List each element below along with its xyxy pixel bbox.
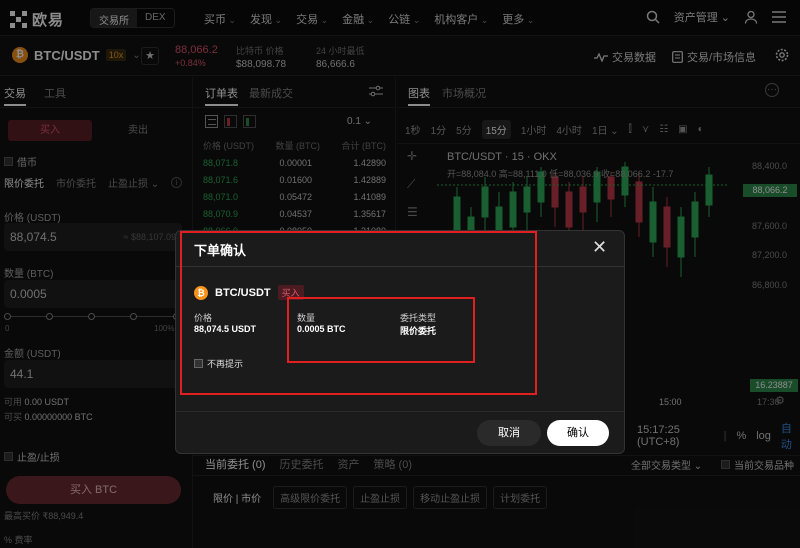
divider bbox=[176, 411, 624, 412]
highlight-box-inner bbox=[287, 297, 475, 363]
cancel-button[interactable]: 取消 bbox=[477, 420, 541, 446]
close-icon[interactable]: ✕ bbox=[592, 237, 607, 258]
confirm-button[interactable]: 确认 bbox=[547, 420, 609, 446]
